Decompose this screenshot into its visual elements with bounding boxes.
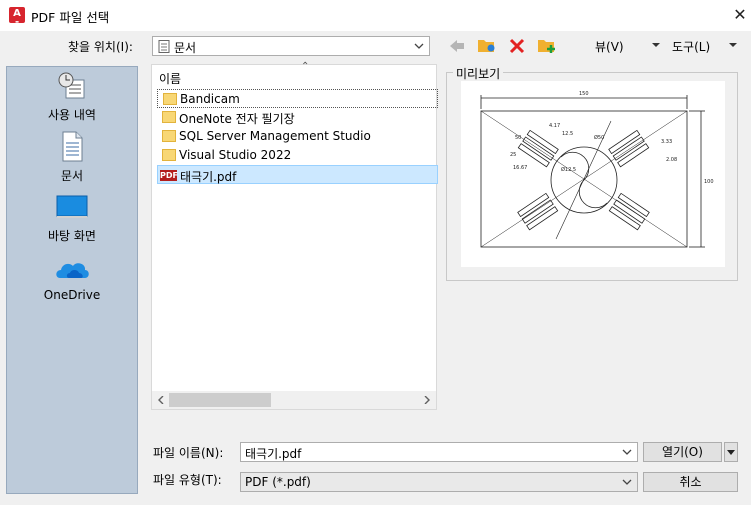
lookin-label: 찾을 위치(I):	[68, 40, 133, 54]
filename-value: 태극기.pdf	[245, 447, 302, 461]
horizontal-scrollbar[interactable]	[152, 391, 436, 409]
pdf-file-icon: PDF	[160, 170, 178, 181]
dim-text: 50	[515, 135, 521, 141]
dim-text: 4.17	[549, 123, 560, 129]
folder-icon	[162, 130, 176, 142]
place-history[interactable]: 사용 내역	[7, 70, 137, 123]
dim-text: 16.67	[513, 165, 527, 171]
onedrive-icon	[56, 263, 89, 278]
window-title: PDF 파일 선택	[31, 10, 110, 25]
file-name: OneNote 전자 필기장	[179, 112, 295, 126]
chevron-down-icon[interactable]	[621, 446, 633, 458]
scrollbar-thumb[interactable]	[169, 393, 271, 407]
documents-icon	[62, 131, 83, 162]
filetype-label: 파일 유형(T):	[153, 473, 222, 487]
preview-drawing: 150 100 50 4.17 12.5 Ø50 25 Ø12.5 16.67 …	[480, 91, 714, 248]
file-name: 태극기.pdf	[180, 170, 237, 184]
list-item[interactable]: OneNote 전자 필기장	[157, 108, 438, 127]
place-label: 사용 내역	[48, 108, 96, 122]
place-label: 바탕 화면	[48, 229, 96, 243]
cancel-button[interactable]: 취소	[643, 472, 738, 492]
document-icon	[158, 40, 170, 53]
filename-label: 파일 이름(N):	[153, 446, 224, 460]
list-item[interactable]: SQL Server Management Studio	[157, 127, 438, 146]
close-icon[interactable]: ✕	[729, 4, 751, 26]
filetype-value: PDF (*.pdf)	[245, 475, 311, 489]
place-label: OneDrive	[43, 288, 101, 302]
file-name: SQL Server Management Studio	[179, 129, 371, 143]
dim-text: 12.5	[562, 131, 573, 137]
open-button[interactable]: 열기(O)	[643, 442, 722, 462]
lookin-combo[interactable]: 문서	[152, 36, 430, 56]
dim-text: 25	[510, 152, 516, 158]
delete-icon[interactable]	[509, 38, 525, 54]
place-label: 문서	[60, 169, 84, 183]
dim-text: Ø50	[594, 134, 604, 141]
file-list[interactable]: 이름 ⌃ Bandicam OneNote 전자 필기장 SQL Server …	[151, 61, 438, 410]
place-onedrive[interactable]: OneDrive	[7, 254, 137, 302]
history-icon	[58, 72, 85, 99]
list-item-selected[interactable]: PDF 태극기.pdf	[157, 165, 438, 184]
place-desktop[interactable]: 바탕 화면	[7, 193, 137, 244]
folder-icon	[162, 149, 176, 161]
scroll-left-icon[interactable]	[158, 396, 164, 404]
dim-text: Ø12.5	[561, 166, 576, 173]
dim-text: 100	[704, 179, 714, 185]
lookin-value: 문서	[174, 41, 197, 55]
column-header[interactable]: 이름 ⌃	[152, 61, 436, 89]
preview-image: 150 100 50 4.17 12.5 Ø50 25 Ø12.5 16.67 …	[461, 81, 725, 267]
title-bar	[0, 0, 751, 31]
view-dropdown-icon[interactable]	[651, 41, 661, 49]
open-split-button[interactable]	[724, 442, 738, 462]
filename-input[interactable]: 태극기.pdf	[240, 442, 638, 462]
new-folder-icon[interactable]	[537, 36, 557, 54]
folder-icon	[162, 111, 176, 123]
scroll-right-icon[interactable]	[424, 396, 430, 404]
view-menu-button[interactable]: 뷰(V)	[595, 38, 624, 55]
open-dropdown-icon	[727, 450, 735, 455]
chevron-down-icon	[622, 479, 632, 485]
new-folder-search-icon[interactable]	[477, 36, 497, 54]
sort-ascending-icon: ⌃	[301, 61, 310, 72]
dim-text: 150	[579, 91, 589, 97]
desktop-icon	[56, 195, 88, 218]
list-item[interactable]: Bandicam	[157, 89, 438, 108]
tools-menu-button[interactable]: 도구(L)	[672, 38, 710, 55]
place-documents[interactable]: 문서	[7, 131, 137, 184]
folder-icon	[163, 93, 177, 105]
autocad-app-icon: A ▬	[9, 7, 25, 24]
column-header-name: 이름	[159, 72, 182, 86]
dim-text: 3.33	[661, 139, 672, 145]
file-name: Visual Studio 2022	[179, 148, 292, 162]
list-item[interactable]: Visual Studio 2022	[157, 146, 438, 165]
filetype-select[interactable]: PDF (*.pdf)	[240, 472, 638, 492]
preview-label: 미리보기	[453, 65, 504, 82]
tools-dropdown-icon[interactable]	[728, 41, 738, 49]
dim-text: 2.08	[666, 157, 677, 163]
file-name: Bandicam	[180, 92, 240, 106]
chevron-down-icon	[414, 43, 424, 49]
back-icon[interactable]	[448, 38, 466, 54]
